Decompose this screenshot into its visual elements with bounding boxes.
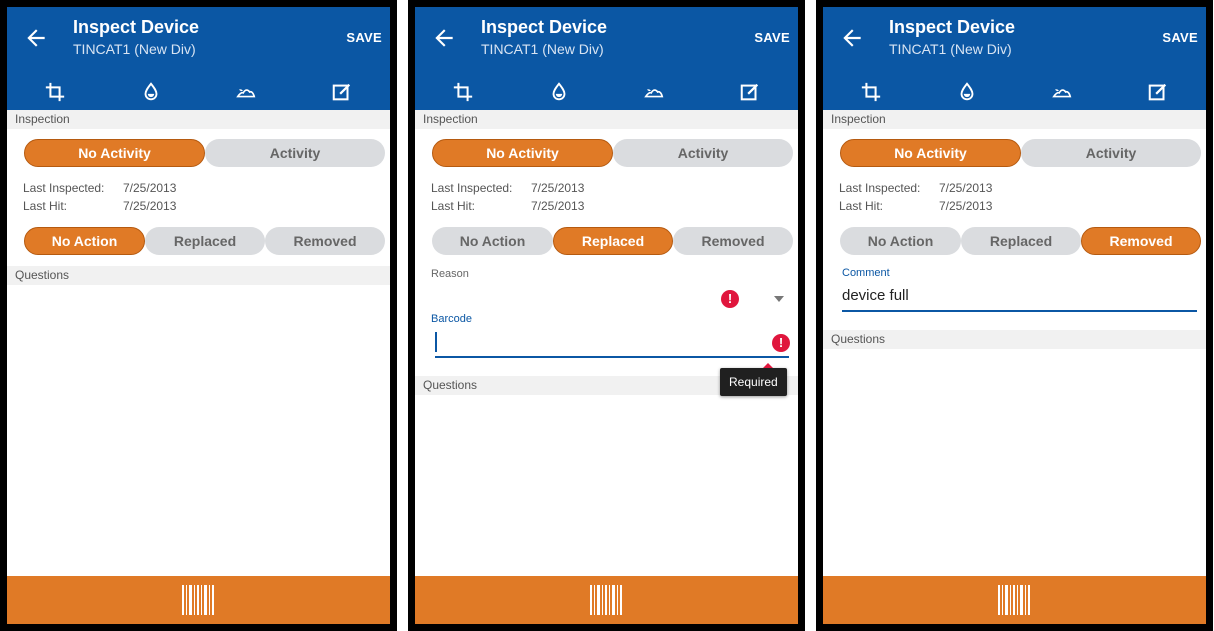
barcode-input[interactable]: ! [431, 329, 790, 355]
tab-crop[interactable] [823, 69, 919, 115]
replaced-segment[interactable]: Replaced [553, 227, 673, 255]
last-hit-label: Last Hit: [431, 199, 476, 213]
tab-bar [823, 69, 1206, 115]
back-arrow-icon[interactable] [431, 25, 457, 51]
barcode-icon[interactable] [588, 585, 626, 615]
inspection-section-header: Inspection [7, 110, 390, 129]
tab-terrain[interactable] [1015, 69, 1111, 115]
barcode-icon[interactable] [996, 585, 1034, 615]
barcode-label: Barcode [431, 313, 472, 325]
phone-frame: Inspect Device TINCAT1 (New Div) SAVE In… [7, 7, 390, 624]
barcode-icon[interactable] [180, 585, 218, 615]
replaced-segment[interactable]: Replaced [145, 227, 265, 255]
removed-segment[interactable]: Removed [1081, 227, 1201, 255]
save-button[interactable]: SAVE [754, 30, 790, 45]
replaced-segment[interactable]: Replaced [961, 227, 1081, 255]
crop-icon [861, 82, 881, 102]
last-inspected-value: 7/25/2013 [123, 181, 177, 195]
page-subtitle: TINCAT1 (New Div) [481, 41, 604, 57]
edit-note-icon [332, 83, 351, 101]
terrain-icon [236, 89, 256, 98]
required-tooltip: Required [720, 363, 787, 396]
save-button[interactable]: SAVE [1162, 30, 1198, 45]
last-hit-value: 7/25/2013 [531, 199, 585, 213]
edit-note-icon [740, 83, 759, 101]
water-drop-icon [552, 82, 566, 101]
app-bar: Inspect Device TINCAT1 (New Div) SAVE [415, 7, 798, 115]
save-button[interactable]: SAVE [346, 30, 382, 45]
last-inspected-value: 7/25/2013 [939, 181, 993, 195]
no-activity-segment[interactable]: No Activity [432, 139, 613, 167]
removed-segment[interactable]: Removed [673, 227, 793, 255]
app-bar: Inspect Device TINCAT1 (New Div) SAVE [823, 7, 1206, 115]
chevron-down-icon [774, 296, 784, 302]
inspection-section-header: Inspection [415, 110, 798, 129]
screen-replaced: Inspect Device TINCAT1 (New Div) SAVE In… [408, 0, 805, 631]
last-inspected-label: Last Inspected: [839, 181, 921, 195]
bottom-bar [415, 576, 798, 624]
reason-dropdown[interactable]: ! [431, 283, 789, 311]
water-drop-icon [144, 82, 158, 101]
last-hit-value: 7/25/2013 [939, 199, 993, 213]
terrain-icon [1052, 89, 1072, 98]
screen-removed: Inspect Device TINCAT1 (New Div) SAVE In… [816, 0, 1213, 631]
no-action-segment[interactable]: No Action [840, 227, 961, 255]
phone-frame: Inspect Device TINCAT1 (New Div) SAVE In… [823, 7, 1206, 624]
tab-terrain[interactable] [607, 69, 703, 115]
tab-water[interactable] [919, 69, 1015, 115]
no-activity-segment[interactable]: No Activity [24, 139, 205, 167]
comment-input-underline [842, 310, 1197, 312]
tab-bar [415, 69, 798, 115]
error-icon: ! [772, 334, 790, 352]
activity-segment[interactable]: Activity [613, 139, 793, 167]
text-cursor [435, 332, 437, 352]
last-hit-label: Last Hit: [839, 199, 884, 213]
inspection-section-header: Inspection [823, 110, 1206, 129]
activity-segment[interactable]: Activity [1021, 139, 1201, 167]
comment-label: Comment [842, 267, 890, 279]
last-inspected-label: Last Inspected: [23, 181, 105, 195]
crop-icon [45, 82, 65, 102]
phone-frame: Inspect Device TINCAT1 (New Div) SAVE In… [415, 7, 798, 624]
bottom-bar [823, 576, 1206, 624]
no-activity-segment[interactable]: No Activity [840, 139, 1021, 167]
last-inspected-value: 7/25/2013 [531, 181, 585, 195]
crop-icon [453, 82, 473, 102]
bottom-bar [7, 576, 390, 624]
page-title: Inspect Device [73, 17, 200, 37]
reason-label: Reason [431, 268, 469, 280]
screen-no-action: Inspect Device TINCAT1 (New Div) SAVE In… [0, 0, 397, 631]
page-subtitle: TINCAT1 (New Div) [73, 41, 196, 57]
questions-section-header: Questions [823, 330, 1206, 349]
error-icon: ! [721, 290, 739, 308]
tab-terrain[interactable] [199, 69, 295, 115]
last-hit-value: 7/25/2013 [123, 199, 177, 213]
page-subtitle: TINCAT1 (New Div) [889, 41, 1012, 57]
water-drop-icon [960, 82, 974, 101]
tab-water[interactable] [511, 69, 607, 115]
questions-section-header: Questions [7, 266, 390, 285]
last-inspected-label: Last Inspected: [431, 181, 513, 195]
comment-input[interactable]: device full [842, 283, 1197, 309]
no-action-segment[interactable]: No Action [432, 227, 553, 255]
tab-notes[interactable] [294, 69, 390, 115]
page-title: Inspect Device [481, 17, 608, 37]
barcode-input-underline [435, 356, 789, 358]
tab-crop[interactable] [415, 69, 511, 115]
removed-segment[interactable]: Removed [265, 227, 385, 255]
tab-water[interactable] [103, 69, 199, 115]
tab-notes[interactable] [702, 69, 798, 115]
app-bar: Inspect Device TINCAT1 (New Div) SAVE [7, 7, 390, 115]
edit-note-icon [1148, 83, 1167, 101]
last-hit-label: Last Hit: [23, 199, 68, 213]
activity-segment[interactable]: Activity [205, 139, 385, 167]
back-arrow-icon[interactable] [839, 25, 865, 51]
back-arrow-icon[interactable] [23, 25, 49, 51]
tab-bar [7, 69, 390, 115]
tab-crop[interactable] [7, 69, 103, 115]
terrain-icon [644, 89, 664, 98]
tab-notes[interactable] [1110, 69, 1206, 115]
no-action-segment[interactable]: No Action [24, 227, 145, 255]
page-title: Inspect Device [889, 17, 1016, 37]
